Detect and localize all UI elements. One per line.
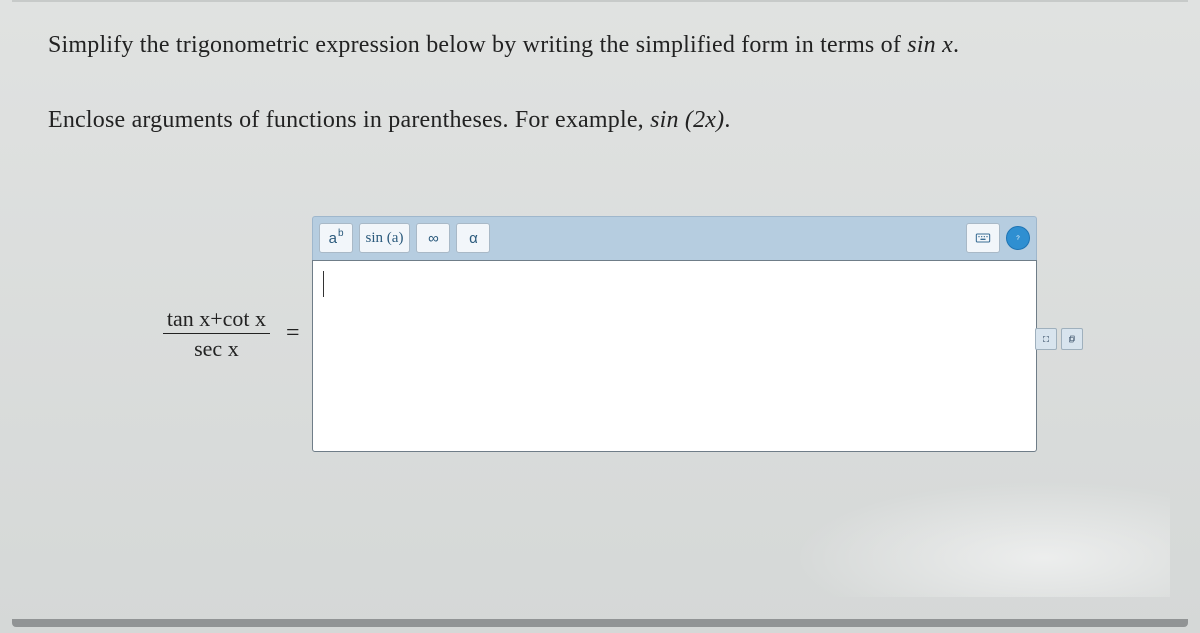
toolbar-infinity-button[interactable]: ∞ [416, 223, 450, 253]
question-text-2a: Enclose arguments of functions in parent… [48, 107, 650, 133]
question-text-line-1: Simplify the trigonometric expression be… [48, 28, 1154, 63]
editor-toolbar: ab sin (a) ∞ α [312, 216, 1037, 260]
question-math-example: sin (2x) [650, 107, 724, 133]
toolbar-alpha-button[interactable]: α [456, 223, 490, 253]
copy-button[interactable] [1061, 328, 1083, 350]
fraction-numerator: tan x+cot x [163, 306, 270, 333]
expand-icon [1042, 332, 1050, 346]
expand-button[interactable] [1035, 328, 1057, 350]
screen-bottom-edge [12, 619, 1188, 627]
toolbar-power-button[interactable]: ab [319, 223, 353, 253]
keyboard-icon [975, 230, 991, 246]
toolbar-power-exp: b [338, 228, 344, 239]
toolbar-function-label: sin (a) [366, 230, 404, 247]
toolbar-function-button[interactable]: sin (a) [359, 223, 411, 253]
copy-icon [1068, 332, 1076, 346]
question-text-1b: . [953, 32, 959, 58]
alpha-icon: α [469, 230, 478, 247]
question-text-1a: Simplify the trigonometric expression be… [48, 32, 907, 58]
question-text-2b: . [724, 107, 730, 133]
question-text-line-2: Enclose arguments of functions in parent… [48, 103, 1154, 138]
svg-text:?: ? [1016, 235, 1020, 242]
answer-row: tan x+cot x sec x = ab sin (a) ∞ α [46, 216, 1154, 452]
screen-glare [750, 467, 1170, 597]
toolbar-help-button[interactable]: ? [1006, 226, 1030, 250]
infinity-icon: ∞ [428, 230, 439, 247]
side-controls [1035, 328, 1083, 350]
fraction-denominator: sec x [163, 334, 270, 361]
math-editor: ab sin (a) ∞ α [312, 216, 1037, 452]
answer-input[interactable] [312, 260, 1037, 452]
help-icon: ? [1013, 230, 1023, 246]
toolbar-power-base: a [329, 230, 337, 247]
toolbar-keyboard-button[interactable] [966, 223, 1000, 253]
fraction: tan x+cot x sec x [163, 306, 270, 362]
expression-lhs: tan x+cot x sec x [46, 306, 276, 362]
question-page: Simplify the trigonometric expression be… [0, 0, 1200, 633]
question-math-sinx: sin x [907, 32, 953, 58]
equals-sign: = [276, 320, 312, 347]
